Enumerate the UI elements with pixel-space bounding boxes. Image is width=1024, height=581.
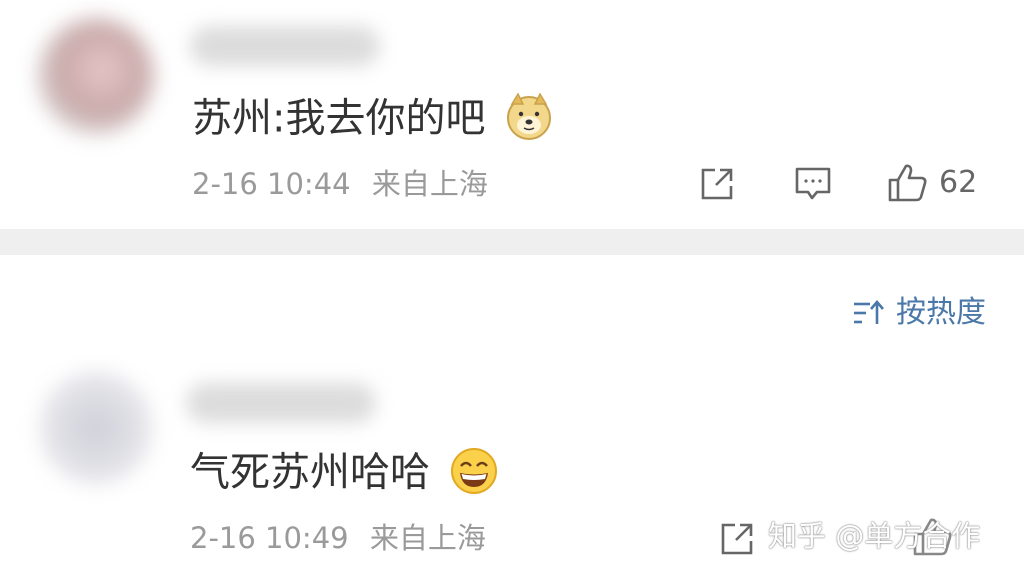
sort-button[interactable]: 按热度 <box>852 298 986 328</box>
comment-location: 来自上海 <box>371 167 488 201</box>
comment-meta: 2-16 10:49 来自上海 <box>190 524 486 553</box>
avatar[interactable] <box>38 18 154 134</box>
comment-text: 气死苏州哈哈 <box>190 446 499 503</box>
avatar[interactable] <box>40 372 152 484</box>
comment-text: 苏州:我去你的吧 <box>192 92 554 149</box>
doge-emoji-icon <box>504 92 554 149</box>
reply-icon[interactable] <box>793 165 833 203</box>
like-button[interactable]: 62 <box>887 162 977 204</box>
comment-date: 2-16 10:49 <box>190 521 349 555</box>
share-icon[interactable] <box>698 165 736 203</box>
sort-label: 按热度 <box>896 295 986 330</box>
username[interactable] <box>186 383 376 423</box>
share-icon[interactable] <box>718 520 756 558</box>
like-icon <box>887 162 929 204</box>
comment-date: 2-16 10:44 <box>192 167 351 201</box>
grin-emoji-icon <box>449 446 499 503</box>
sort-icon <box>852 299 886 327</box>
comment-location: 来自上海 <box>369 521 486 555</box>
section-divider <box>0 229 1024 255</box>
comment-text-content: 气死苏州哈哈 <box>190 449 430 496</box>
comment-meta: 2-16 10:44 来自上海 <box>192 170 488 199</box>
like-count: 62 <box>939 165 978 200</box>
comment-text-content: 苏州:我去你的吧 <box>192 95 486 142</box>
username[interactable] <box>190 26 380 66</box>
watermark: 知乎 @单方合作 <box>768 519 981 553</box>
